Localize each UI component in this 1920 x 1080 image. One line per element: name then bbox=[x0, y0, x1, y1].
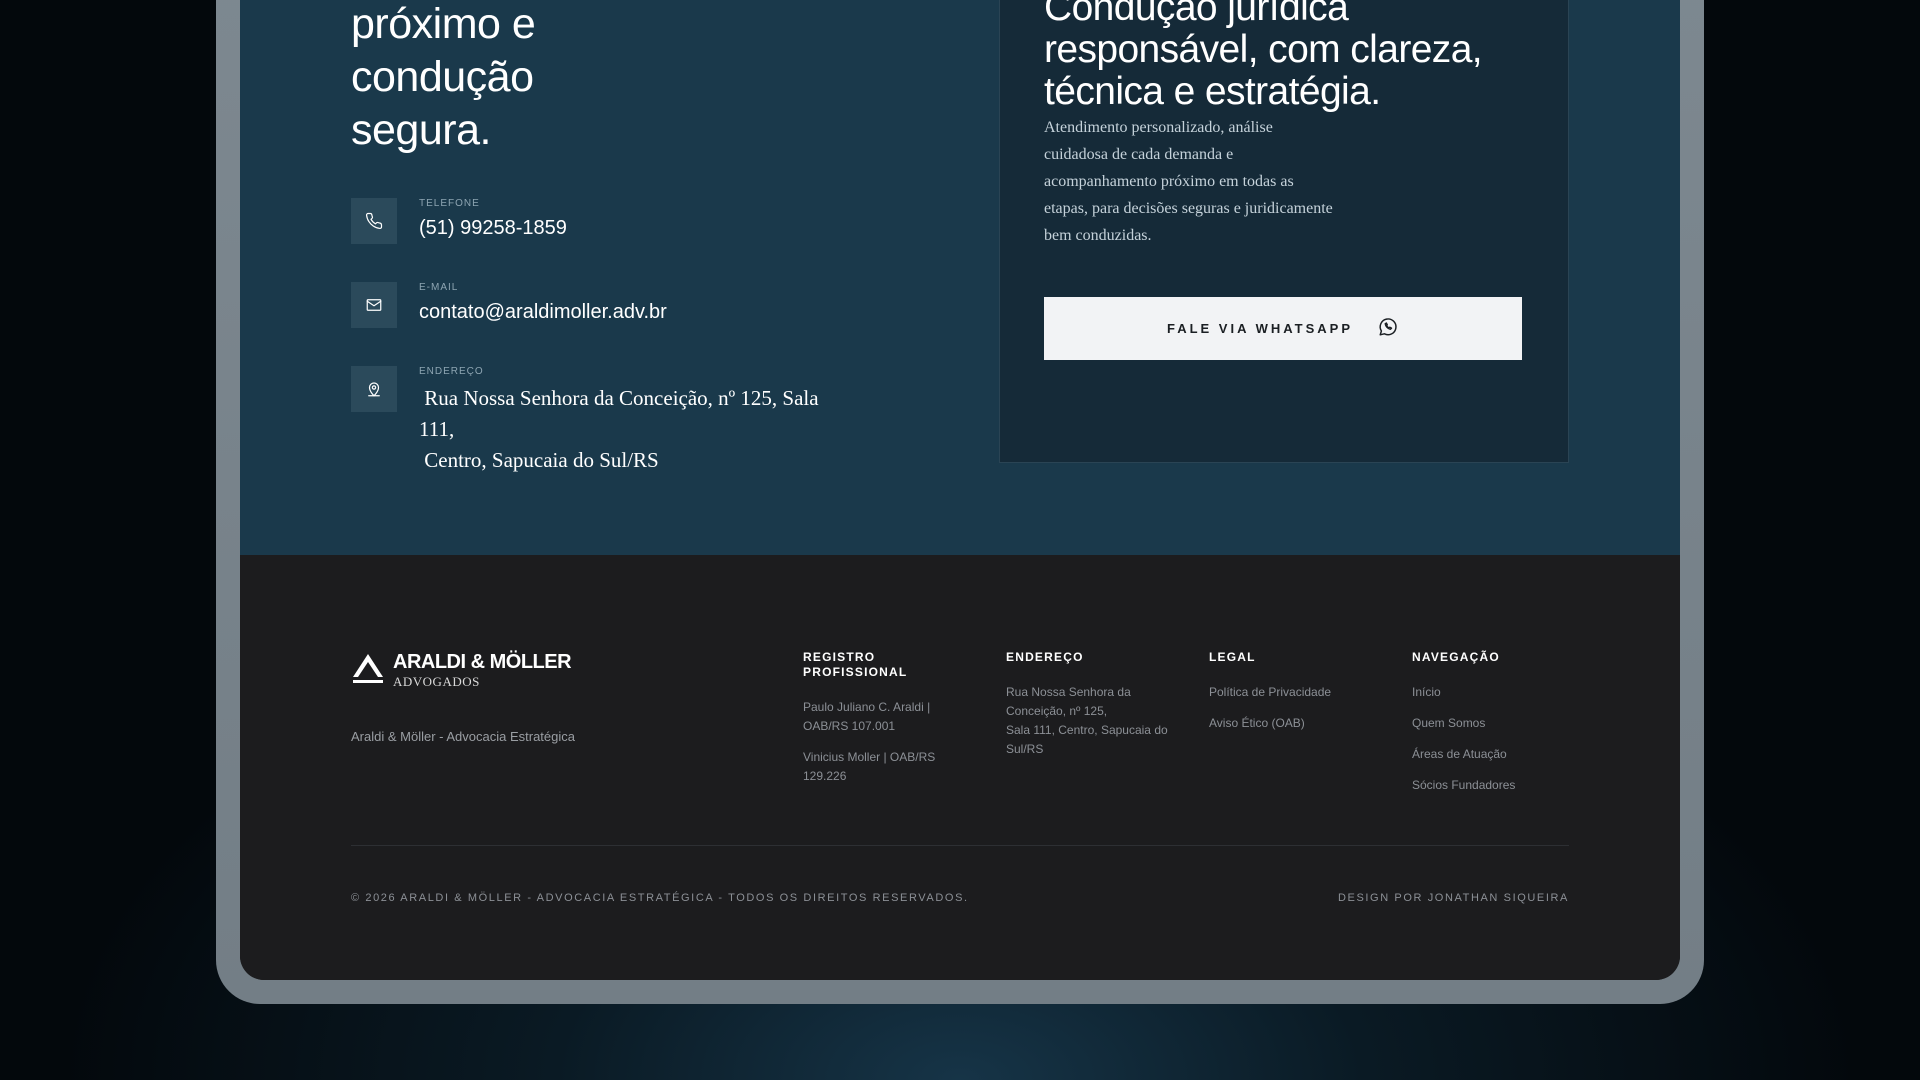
link-privacy-policy[interactable]: Política de Privacidade bbox=[1209, 683, 1369, 702]
column-heading: REGISTRO PROFISSIONAL bbox=[803, 650, 953, 680]
whatsapp-button-label: FALE VIA WHATSAPP bbox=[1166, 321, 1354, 336]
footer-divider bbox=[351, 845, 1569, 846]
logo-subtitle: ADVOGADOS bbox=[393, 674, 480, 689]
whatsapp-icon bbox=[1377, 316, 1399, 341]
registro-line: Paulo Juliano C. Araldi | bbox=[803, 700, 931, 714]
cta-card: Condução jurídica responsável, com clare… bbox=[999, 0, 1569, 463]
footer-column-legal: LEGAL Política de Privacidade Aviso Étic… bbox=[1209, 650, 1369, 733]
phone-label: TELEFONE bbox=[419, 198, 480, 209]
copyright-text: © 2026 ARALDI & MÖLLER - ADVOCACIA ESTRA… bbox=[351, 892, 969, 904]
nav-link-inicio[interactable]: Início bbox=[1412, 683, 1572, 702]
address-value: Rua Nossa Senhora da Conceição, nº 125, … bbox=[419, 383, 859, 476]
whatsapp-button[interactable]: FALE VIA WHATSAPP bbox=[1044, 297, 1522, 360]
email-label: E-MAIL bbox=[419, 282, 459, 293]
hero-title: próximo e condução segura. bbox=[351, 0, 536, 157]
nav-link-quem-somos[interactable]: Quem Somos bbox=[1412, 714, 1572, 733]
design-credit[interactable]: DESIGN POR JONATHAN SIQUEIRA bbox=[1338, 892, 1569, 904]
footer-column-endereco: ENDEREÇO Rua Nossa Senhora da Conceição,… bbox=[1006, 650, 1176, 759]
footer-address: Rua Nossa Senhora da Conceição, nº 125, … bbox=[1006, 683, 1176, 759]
hero-title-line: próximo e bbox=[351, 0, 536, 48]
column-heading: ENDEREÇO bbox=[1006, 650, 1084, 664]
contact-section: próximo e condução segura. TELEFONE (51)… bbox=[240, 0, 1680, 555]
hero-title-line: segura. bbox=[351, 106, 491, 154]
card-description: Atendimento personalizado, análise cuida… bbox=[1044, 114, 1394, 249]
address-line: Conceição, nº 125, bbox=[1006, 704, 1108, 718]
footer-column-registro: REGISTRO PROFISSIONAL Paulo Juliano C. A… bbox=[803, 650, 953, 786]
registro-line: OAB/RS 107.001 bbox=[803, 719, 896, 733]
column-heading: NAVEGAÇÃO bbox=[1412, 650, 1500, 664]
address-line: Centro, Sapucaia do Sul/RS bbox=[419, 448, 659, 472]
card-title: Condução jurídica responsável, com clare… bbox=[1044, 0, 1544, 113]
card-title-line: responsável, com clareza, bbox=[1044, 28, 1483, 71]
site-footer: ARALDI & MÖLLER ADVOGADOS Araldi & Mölle… bbox=[240, 555, 1680, 980]
address-line: Sala 111, Centro, Sapucaia do bbox=[1006, 723, 1168, 737]
logo-mark-icon bbox=[353, 654, 383, 683]
card-text-line: acompanhamento próximo em todas as bbox=[1044, 173, 1294, 190]
card-title-line: Condução jurídica bbox=[1044, 0, 1349, 29]
registro-line: Vinicius Moller | OAB/RS bbox=[803, 750, 936, 764]
heading-line: PROFISSIONAL bbox=[803, 665, 908, 679]
hero-title-line: condução bbox=[351, 53, 534, 101]
footer-column-navegacao: NAVEGAÇÃO Início Quem Somos Áreas de Atu… bbox=[1412, 650, 1572, 795]
card-text-line: etapas, para decisões seguras e juridica… bbox=[1044, 200, 1333, 217]
page-viewport: próximo e condução segura. TELEFONE (51)… bbox=[240, 0, 1680, 980]
card-text-line: cuidadosa de cada demanda e bbox=[1044, 146, 1234, 163]
nav-link-areas[interactable]: Áreas de Atuação bbox=[1412, 745, 1572, 764]
card-text-line: bem conduzidas. bbox=[1044, 227, 1152, 244]
mail-icon bbox=[351, 282, 397, 328]
phone-icon bbox=[351, 198, 397, 244]
logo-name: ARALDI & MÖLLER bbox=[393, 651, 572, 673]
address-line: Rua Nossa Senhora da Conceição, nº 125, … bbox=[419, 386, 824, 441]
nav-link-socios[interactable]: Sócios Fundadores bbox=[1412, 776, 1572, 795]
registro-line: 129.226 bbox=[803, 769, 847, 783]
registro-entry: Paulo Juliano C. Araldi | OAB/RS 107.001 bbox=[803, 698, 953, 736]
address-line: Sul/RS bbox=[1006, 742, 1044, 756]
footer-tagline: Araldi & Möller - Advocacia Estratégica bbox=[351, 729, 575, 744]
phone-value[interactable]: (51) 99258-1859 bbox=[419, 217, 567, 240]
card-title-line: técnica e estratégia. bbox=[1044, 70, 1381, 113]
address-label: ENDEREÇO bbox=[419, 366, 484, 377]
address-line: Rua Nossa Senhora da bbox=[1006, 685, 1131, 699]
link-ethics-notice[interactable]: Aviso Ético (OAB) bbox=[1209, 714, 1369, 733]
email-value[interactable]: contato@araldimoller.adv.br bbox=[419, 301, 667, 324]
heading-line: REGISTRO bbox=[803, 650, 876, 664]
card-text-line: Atendimento personalizado, análise bbox=[1044, 119, 1273, 136]
location-pin-icon bbox=[351, 366, 397, 412]
registro-entry: Vinicius Moller | OAB/RS 129.226 bbox=[803, 748, 953, 786]
column-heading: LEGAL bbox=[1209, 650, 1256, 664]
